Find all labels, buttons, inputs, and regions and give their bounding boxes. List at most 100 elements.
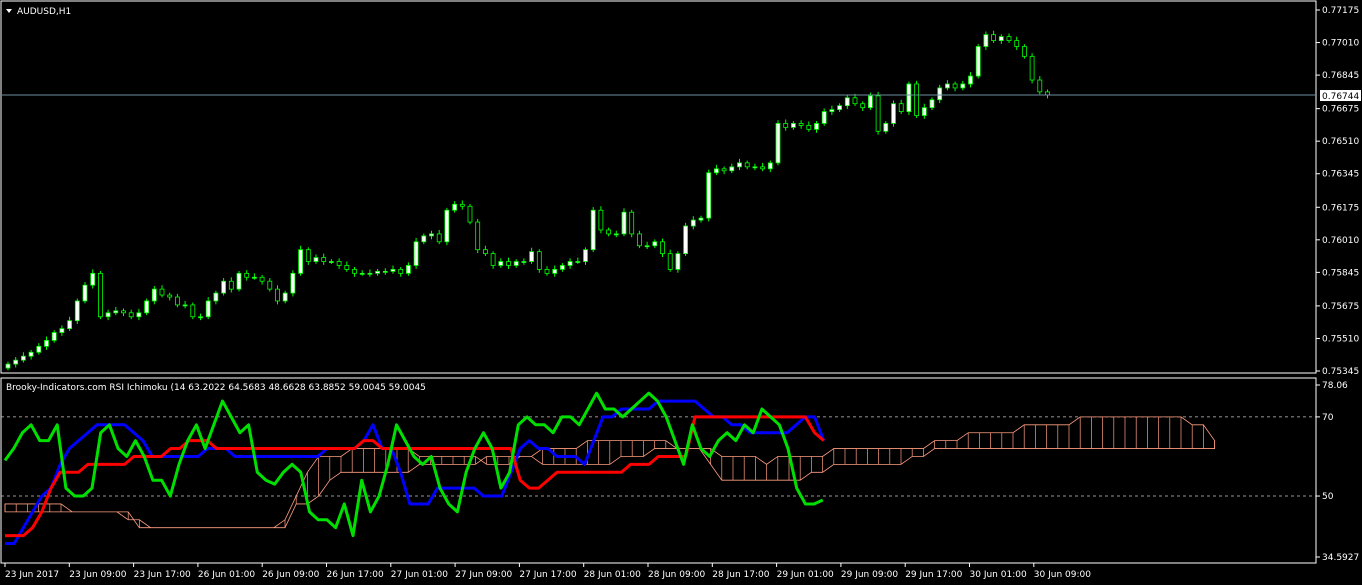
candle-body — [783, 123, 789, 128]
time-tick-label: 30 Jun 01:00 — [970, 570, 1027, 580]
candle-body — [213, 292, 219, 302]
current-price-label: 0.76744 — [1322, 92, 1359, 102]
candle-body — [552, 269, 558, 274]
candle-body — [529, 251, 534, 262]
candle-body — [5, 363, 11, 369]
candle-body — [921, 107, 927, 116]
indicator-tick-label: 50 — [1322, 492, 1334, 502]
price-tick-label: 0.75845 — [1322, 268, 1359, 278]
candle-body — [190, 304, 196, 318]
candle-body — [482, 249, 488, 255]
price-tick-label: 0.77175 — [1322, 6, 1359, 16]
candle-body — [144, 300, 150, 314]
candle-body — [113, 310, 119, 314]
candle-body — [998, 36, 1004, 41]
candle-body — [513, 261, 519, 266]
candle-body — [968, 75, 973, 85]
candle-body — [952, 83, 958, 89]
candle-body — [59, 328, 65, 333]
candle-body — [198, 316, 203, 319]
candle-body — [1014, 40, 1020, 47]
candle-body — [67, 320, 72, 329]
candle-body — [821, 111, 827, 124]
price-tick-label: 0.75510 — [1322, 334, 1359, 344]
candle-body — [382, 270, 388, 273]
candle-body — [706, 172, 712, 219]
candle-body — [174, 296, 180, 306]
time-tick-label: 26 Jun 09:00 — [262, 570, 319, 580]
candle-body — [613, 233, 619, 236]
time-tick-label: 26 Jun 01:00 — [198, 570, 255, 580]
candle-body — [275, 288, 280, 302]
candle-body — [375, 270, 381, 274]
time-tick-label: 29 Jun 09:00 — [841, 570, 898, 580]
candle-body — [228, 280, 234, 290]
candle-body — [875, 95, 881, 132]
candle-body — [506, 261, 511, 266]
time-tick-label: 28 Jun 09:00 — [648, 570, 705, 580]
candle-body — [606, 229, 611, 235]
candle-body — [490, 253, 496, 266]
time-tick-label: 30 Jun 09:00 — [1034, 570, 1091, 580]
candle-body — [937, 87, 943, 101]
time-tick-label: 27 Jun 01:00 — [391, 570, 448, 580]
time-tick-label: 29 Jun 01:00 — [777, 570, 834, 580]
time-tick-label: 23 Jun 17:00 — [134, 570, 191, 580]
candle-body — [675, 253, 681, 270]
candle-body — [690, 219, 696, 227]
candle-body — [721, 168, 727, 172]
candle-body — [436, 233, 442, 243]
candle-body — [367, 272, 373, 275]
candle-body — [960, 83, 966, 89]
candle-body — [744, 162, 750, 168]
candle-body — [829, 109, 835, 112]
candle-body — [244, 272, 250, 278]
candle-body — [975, 46, 981, 77]
candle-body — [398, 269, 404, 274]
candle-body — [121, 310, 126, 314]
candle-body — [583, 249, 588, 262]
candle-body — [929, 99, 935, 109]
price-tick-label: 0.75675 — [1322, 302, 1359, 312]
symbol-title: AUDUSD,H1 — [17, 7, 71, 17]
candle-body — [737, 162, 742, 168]
candle-body — [236, 272, 242, 290]
candle-body — [51, 332, 57, 341]
candle-body — [598, 209, 604, 231]
candle-body — [521, 261, 527, 263]
candle-body — [44, 340, 49, 347]
candle-body — [344, 265, 350, 270]
candle-body — [28, 351, 34, 357]
candle-body — [567, 261, 573, 266]
candle-body — [444, 209, 450, 243]
indicator-tick-label: 34.5927 — [1322, 553, 1359, 563]
candle-body — [914, 83, 919, 116]
time-tick-label: 27 Jun 17:00 — [519, 570, 576, 580]
candle-body — [667, 253, 673, 270]
candle-body — [767, 162, 773, 170]
candle-body — [644, 245, 650, 248]
chart-window[interactable]: 0.77175 0.77010 0.76845 0.76675 0.76510 0.763… — [0, 0, 1362, 585]
candle-body — [983, 34, 989, 47]
candle-body — [991, 34, 996, 41]
time-tick-label: 23 Jun 09:00 — [69, 570, 126, 580]
candle-body — [459, 203, 465, 207]
candle-body — [844, 97, 850, 107]
time-tick-label: 27 Jun 09:00 — [455, 570, 512, 580]
candle-body — [760, 166, 765, 170]
candle-body — [105, 312, 111, 318]
candle-body — [90, 272, 96, 286]
candle-body — [729, 166, 735, 172]
candle-body — [359, 272, 365, 275]
candle-body — [128, 312, 134, 318]
candle-body — [74, 300, 80, 322]
candle-body — [590, 209, 596, 251]
candle-body — [421, 235, 427, 243]
candle-body — [182, 304, 188, 307]
candle-body — [167, 294, 173, 298]
candle-body — [714, 168, 719, 174]
candle-body — [898, 103, 904, 112]
candle-body — [390, 269, 396, 272]
candle-body — [544, 269, 550, 274]
candle-body — [98, 272, 103, 318]
